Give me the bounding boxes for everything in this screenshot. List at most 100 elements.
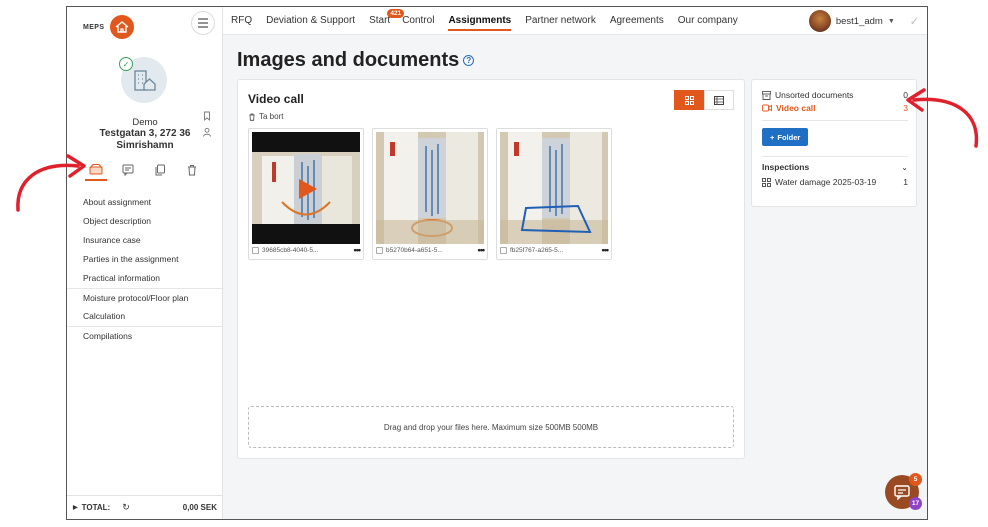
user-menu[interactable]: best1_adm ▼ ✓ [808, 7, 919, 35]
file-drop-zone[interactable]: Drag and drop your files here. Maximum s… [248, 406, 734, 448]
nav-assignments[interactable]: Assignments [448, 7, 511, 35]
video-camera-icon [762, 104, 772, 112]
archive-icon [762, 90, 771, 100]
chat-icon [894, 484, 910, 500]
chat-badge-total: 17 [909, 497, 922, 510]
nav-company-label: Our company [677, 14, 738, 26]
caret-down-icon: ▼ [887, 17, 895, 25]
more-options-icon[interactable]: ••• [354, 245, 362, 255]
inspection-item-count: 1 [903, 177, 908, 187]
file-checkbox[interactable] [500, 246, 507, 254]
inspections-header[interactable]: Inspections ⌄ [762, 162, 908, 172]
total-amount: 0,00 SEK [182, 503, 217, 512]
grid-view-button[interactable] [674, 90, 704, 110]
list-icon [714, 95, 724, 105]
folder-video-call[interactable]: Video call 3 [762, 103, 908, 113]
folders-panel: Unsorted documents 0 Video call 3 + Fold… [751, 79, 917, 207]
list-view-button[interactable] [704, 90, 734, 110]
nav-control[interactable]: Control [402, 7, 434, 35]
expand-total-icon[interactable]: ▶ [73, 504, 78, 511]
folder-content-card: Video call Ta bort 39685cb8-4040-5... ••… [237, 79, 745, 459]
file-card[interactable]: fb25f767-a265-5... ••• [496, 128, 612, 260]
page-title: Images and documents ? [237, 49, 475, 72]
folder-unsorted-documents[interactable]: Unsorted documents 0 [762, 90, 908, 100]
inspection-item[interactable]: Water damage 2025-03-19 1 [762, 177, 908, 187]
nav-agreements[interactable]: Agreements [610, 7, 664, 35]
chat-icon [122, 164, 134, 176]
nav-start[interactable]: Start 421 [369, 7, 405, 35]
file-grid: 39685cb8-4040-5... ••• b5270b64-a651-5..… [248, 128, 612, 260]
nav-partner-label: Partner network [525, 14, 596, 26]
video-thumbnail[interactable] [252, 132, 360, 244]
divider [762, 120, 908, 121]
file-checkbox[interactable] [376, 246, 383, 254]
sidebar-item-calculation[interactable]: Calculation [67, 307, 223, 326]
refresh-icon[interactable]: ↻ [122, 502, 130, 513]
sidebar-nav: About assignment Object description Insu… [67, 193, 223, 345]
tab-messages[interactable] [117, 159, 139, 181]
tab-trash[interactable] [181, 159, 203, 181]
file-name: b5270b64-a651-5... [386, 246, 443, 254]
image-thumbnail[interactable] [376, 132, 484, 244]
help-icon[interactable]: ? [463, 55, 475, 66]
total-bar: ▶ TOTAL: ↻ 0,00 SEK [67, 495, 223, 519]
sidebar: MEPS ✓ Demo Testgatan 3, 272 36 Simrisha… [67, 7, 223, 519]
file-footer: 39685cb8-4040-5... ••• [252, 244, 362, 256]
file-name: fb25f767-a265-5... [510, 246, 564, 254]
user-avatar [808, 10, 831, 32]
brand[interactable]: MEPS [83, 15, 135, 39]
file-name: 39685cb8-4040-5... [262, 246, 319, 254]
sidebar-item-moisture-protocol[interactable]: Moisture protocol/Floor plan [67, 288, 223, 307]
annotation-arrow-right [906, 88, 979, 148]
username: best1_adm [835, 15, 883, 27]
nav-rfq[interactable]: RFQ [231, 7, 252, 35]
delete-link[interactable]: Ta bort [248, 112, 283, 121]
hamburger-menu-button[interactable] [191, 11, 215, 35]
divider [762, 156, 908, 157]
page-title-text: Images and documents [237, 49, 460, 71]
nav-our-company[interactable]: Our company [678, 7, 738, 35]
property-name: Demo [132, 117, 158, 128]
sidebar-item-practical-information[interactable]: Practical information [67, 269, 223, 288]
drop-zone-text: Drag and drop your files here. Maximum s… [383, 422, 599, 432]
folder-title: Video call [248, 92, 304, 106]
nav-control-label: Control [402, 14, 435, 26]
copy-icon [155, 164, 165, 176]
sidebar-tabs [85, 159, 203, 181]
more-options-icon[interactable]: ••• [602, 245, 610, 255]
nav-partner-network[interactable]: Partner network [525, 7, 596, 35]
check-icon[interactable]: ✓ [910, 15, 919, 28]
person-icon[interactable] [202, 127, 212, 137]
nav-deviation-support[interactable]: Deviation & Support [266, 7, 355, 35]
grid-icon [684, 95, 694, 105]
file-card[interactable]: 39685cb8-4040-5... ••• [248, 128, 364, 260]
annotation-arrow-left [16, 154, 86, 212]
nav-assignments-label: Assignments [448, 14, 512, 26]
image-thumbnail[interactable] [500, 132, 608, 244]
sidebar-item-object-description[interactable]: Object description [67, 212, 223, 231]
file-card[interactable]: b5270b64-a651-5... ••• [372, 128, 488, 260]
sidebar-item-compilations[interactable]: Compilations [67, 326, 223, 345]
inspection-grid-icon [762, 177, 771, 187]
brand-logo-icon [110, 15, 135, 39]
sidebar-item-parties[interactable]: Parties in the assignment [67, 250, 223, 269]
bookmark-icon[interactable] [202, 111, 212, 121]
file-checkbox[interactable] [252, 246, 259, 254]
chat-badge-unread: 5 [909, 473, 922, 486]
inspection-item-label: Water damage 2025-03-19 [775, 177, 877, 187]
sidebar-item-insurance-case[interactable]: Insurance case [67, 231, 223, 250]
unsorted-label: Unsorted documents [775, 90, 854, 100]
verified-check-icon: ✓ [119, 57, 133, 71]
inspections-label: Inspections [762, 162, 810, 172]
property-address: Testgatan 3, 272 36 Simrishamn [99, 128, 191, 151]
play-icon[interactable] [296, 178, 318, 200]
brand-name: MEPS [83, 23, 105, 31]
main-content: Images and documents ? Video call Ta bor… [223, 35, 927, 519]
tab-documents[interactable] [149, 159, 171, 181]
nav-rfq-label: RFQ [231, 14, 253, 26]
add-folder-button[interactable]: + Folder [762, 128, 809, 146]
more-options-icon[interactable]: ••• [478, 245, 486, 255]
file-footer: fb25f767-a265-5... ••• [500, 244, 610, 256]
delete-label: Ta bort [259, 112, 284, 121]
plus-icon: + [770, 132, 775, 142]
